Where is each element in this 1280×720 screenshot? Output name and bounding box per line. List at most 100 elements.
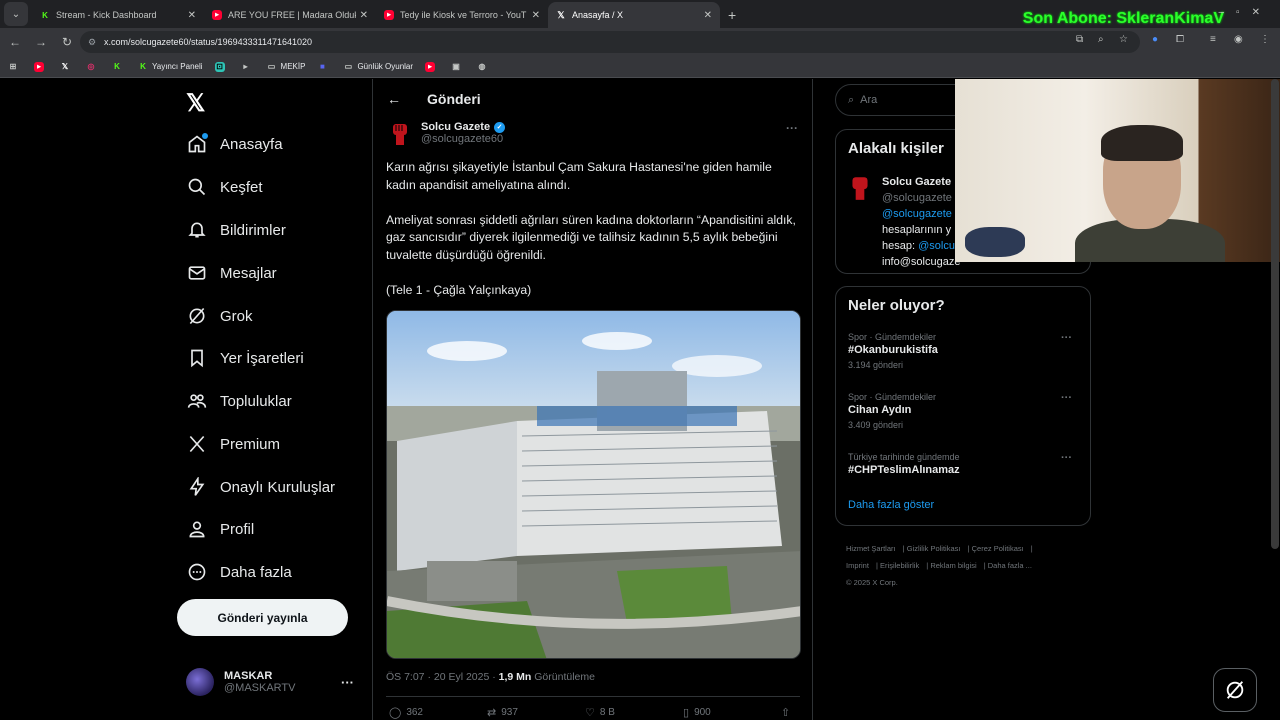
reload-icon[interactable]: ↻ bbox=[56, 35, 78, 49]
close-icon[interactable]: ✕ bbox=[532, 10, 540, 21]
nav-premium[interactable]: Premium bbox=[186, 433, 280, 455]
footer-link[interactable]: Erişilebilirlik bbox=[880, 561, 919, 570]
related-bio-link[interactable]: @solcugazete bbox=[882, 206, 960, 222]
page-scrollbar[interactable] bbox=[1271, 79, 1279, 549]
footer-link[interactable]: Reklam bilgisi bbox=[930, 561, 976, 570]
more-icon[interactable]: ··· bbox=[1061, 392, 1072, 404]
nav-verified-orgs[interactable]: Onaylı Kuruluşlar bbox=[186, 476, 335, 498]
bookmark-app-1[interactable]: ⊡ bbox=[214, 61, 229, 72]
kebab-menu-icon[interactable]: ⋮ bbox=[1260, 34, 1270, 45]
nav-more[interactable]: Daha fazla bbox=[186, 561, 292, 583]
tweet-author[interactable]: Solcu Gazete ✓ @solcugazete60 bbox=[387, 121, 506, 147]
share-button[interactable]: ⇧ bbox=[781, 706, 801, 719]
nav-grok[interactable]: Grok bbox=[186, 305, 253, 327]
back-arrow-icon[interactable]: ← bbox=[4, 35, 26, 49]
tweet-image[interactable] bbox=[386, 310, 801, 659]
tweet-paragraph: Karın ağrısı şikayetiyle İstanbul Çam Sa… bbox=[386, 160, 772, 192]
tab-youtube-tedy[interactable]: ▶ Tedy ile Kiosk ve Terroro - YouT ✕ bbox=[376, 2, 548, 28]
nav-profile[interactable]: Profil bbox=[186, 518, 254, 540]
repost-button[interactable]: ⇄ 937 bbox=[487, 706, 585, 719]
bookmark-folder-mekip[interactable]: ▭ MEKİP bbox=[267, 62, 306, 72]
more-icon[interactable]: ··· bbox=[341, 675, 354, 690]
account-switcher[interactable]: MASKAR @MASKARTV ··· bbox=[186, 668, 364, 696]
back-arrow-icon[interactable]: ← bbox=[387, 91, 407, 107]
trend-item[interactable]: Spor · Gündemdekiler Cihan Aydın 3.409 g… bbox=[848, 392, 1078, 430]
like-button[interactable]: ♡ 8 B bbox=[585, 706, 683, 719]
show-more-link[interactable]: Daha fazla göster bbox=[848, 499, 934, 511]
footer-link[interactable]: Gizlilik Politikası bbox=[907, 544, 961, 553]
close-icon[interactable]: ✕ bbox=[188, 10, 196, 21]
bookmark-youtube-2[interactable]: ▶ bbox=[425, 61, 439, 72]
main-column: ← Gönderi Solcu Gazete ✓ @solcugazete60 ·… bbox=[372, 79, 813, 720]
more-icon[interactable]: ··· bbox=[1061, 452, 1072, 464]
tweet-timestamp[interactable]: ÖS 7:07 · 20 Eyl 2025 · bbox=[386, 671, 496, 683]
bookmark-x[interactable]: 𝕏 bbox=[60, 62, 74, 72]
folder-icon: ▭ bbox=[344, 62, 353, 71]
close-icon[interactable]: ✕ bbox=[704, 10, 712, 21]
reply-button[interactable]: ◯ 362 bbox=[389, 706, 487, 719]
related-bio-line: hesap: bbox=[882, 240, 919, 252]
puzzle-icon[interactable]: ⧠ bbox=[1176, 34, 1184, 45]
author-avatar[interactable] bbox=[387, 121, 413, 147]
author-name[interactable]: Solcu Gazete bbox=[421, 121, 490, 133]
apps-icon[interactable]: ⊞ bbox=[8, 62, 22, 72]
forward-arrow-icon[interactable]: → bbox=[30, 35, 52, 49]
nav-bookmarks[interactable]: Yer İşaretleri bbox=[186, 347, 304, 369]
tab-youtube-madara[interactable]: ▶ ARE YOU FREE | Madara Olduk ✕ bbox=[204, 2, 376, 28]
reply-count: 362 bbox=[406, 707, 423, 718]
related-handle[interactable]: @solcugazete bbox=[882, 190, 960, 206]
related-bio-link[interactable]: @solcu bbox=[918, 240, 955, 252]
bookmark-app-3[interactable]: ■ bbox=[317, 62, 331, 72]
tab-search-button[interactable]: ⌄ bbox=[4, 2, 28, 26]
window-controls[interactable]: –▫✕ bbox=[1219, 7, 1273, 18]
media-icon[interactable]: ≡ bbox=[1210, 34, 1216, 45]
nav-communities[interactable]: Topluluklar bbox=[186, 390, 292, 412]
tab-kick-dashboard[interactable]: K Stream - Kick Dashboard ✕ bbox=[32, 2, 204, 28]
grok-floating-button[interactable] bbox=[1213, 668, 1257, 712]
avatar-icon[interactable]: ◉ bbox=[1234, 34, 1243, 45]
address-bar-row: ← → ↻ ⚙ x.com/solcugazete60/status/19694… bbox=[0, 28, 1280, 56]
bookmark-folder-gunluk-oyunlar[interactable]: ▭ Günlük Oyunlar bbox=[343, 62, 413, 72]
install-app-icon[interactable]: ⧉ bbox=[1076, 34, 1083, 45]
trend-item[interactable]: Türkiye tarihinde gündemde #CHPTeslimAlı… bbox=[848, 452, 1078, 476]
bookmark-button[interactable]: ▯ 900 bbox=[683, 706, 781, 719]
site-info-icon[interactable]: ⚙ bbox=[88, 37, 96, 48]
nav-notifications[interactable]: Bildirimler bbox=[186, 219, 286, 241]
footer-link[interactable]: Hizmet Şartları bbox=[846, 544, 896, 553]
nav-explore[interactable]: Keşfet bbox=[186, 176, 263, 198]
bookmark-yayinci-paneli[interactable]: K Yayıncı Paneli bbox=[138, 62, 202, 72]
bookmark-image[interactable]: ▣ bbox=[451, 62, 465, 72]
x-logo-icon[interactable]: 𝕏 bbox=[186, 89, 205, 118]
nav-home[interactable]: Anasayfa bbox=[186, 133, 283, 155]
footer-link[interactable]: Imprint bbox=[846, 561, 869, 570]
bookmark-app-2[interactable]: ▸ bbox=[241, 62, 255, 72]
bookmark-globe[interactable]: ◍ bbox=[477, 62, 491, 72]
new-tab-button[interactable]: + bbox=[728, 7, 736, 23]
nav-messages[interactable]: Mesajlar bbox=[186, 262, 277, 284]
author-handle[interactable]: @solcugazete60 bbox=[421, 133, 505, 145]
more-icon[interactable]: ··· bbox=[786, 121, 798, 135]
bookmark-instagram[interactable]: ◎ bbox=[86, 62, 100, 72]
zoom-icon[interactable]: ⌕ bbox=[1098, 34, 1104, 45]
related-person[interactable]: Solcu Gazete @solcugazete @solcugazete h… bbox=[848, 174, 960, 270]
star-icon[interactable]: ☆ bbox=[1119, 34, 1128, 45]
bookmark-kick[interactable]: K bbox=[112, 62, 126, 72]
more-icon[interactable]: ··· bbox=[1061, 332, 1072, 344]
url-input[interactable]: ⚙ x.com/solcugazete60/status/19694333114… bbox=[80, 31, 1140, 53]
footer-links: Hizmet Şartları | Gizlilik Politikası | … bbox=[846, 544, 1033, 587]
avatar bbox=[186, 668, 214, 696]
nav-label: Daha fazla bbox=[220, 563, 292, 581]
trend-item[interactable]: Spor · Gündemdekiler #Okanburukistifa 3.… bbox=[848, 332, 1078, 370]
extension-icon[interactable]: ● bbox=[1152, 34, 1158, 45]
related-name[interactable]: Solcu Gazete bbox=[882, 174, 960, 190]
footer-link[interactable]: Çerez Politikası bbox=[972, 544, 1024, 553]
footer-link[interactable]: Daha fazla ... bbox=[988, 561, 1032, 570]
like-count: 8 B bbox=[599, 707, 615, 718]
post-button[interactable]: Gönderi yayınla bbox=[177, 599, 348, 636]
grok-icon bbox=[1226, 681, 1244, 699]
close-icon[interactable]: ✕ bbox=[360, 10, 368, 21]
mail-icon bbox=[186, 262, 208, 284]
tab-x-home[interactable]: 𝕏 Anasayfa / X ✕ bbox=[548, 2, 720, 28]
bookmark-youtube[interactable]: ▶ bbox=[34, 61, 48, 72]
youtube-icon: ▶ bbox=[384, 10, 394, 20]
